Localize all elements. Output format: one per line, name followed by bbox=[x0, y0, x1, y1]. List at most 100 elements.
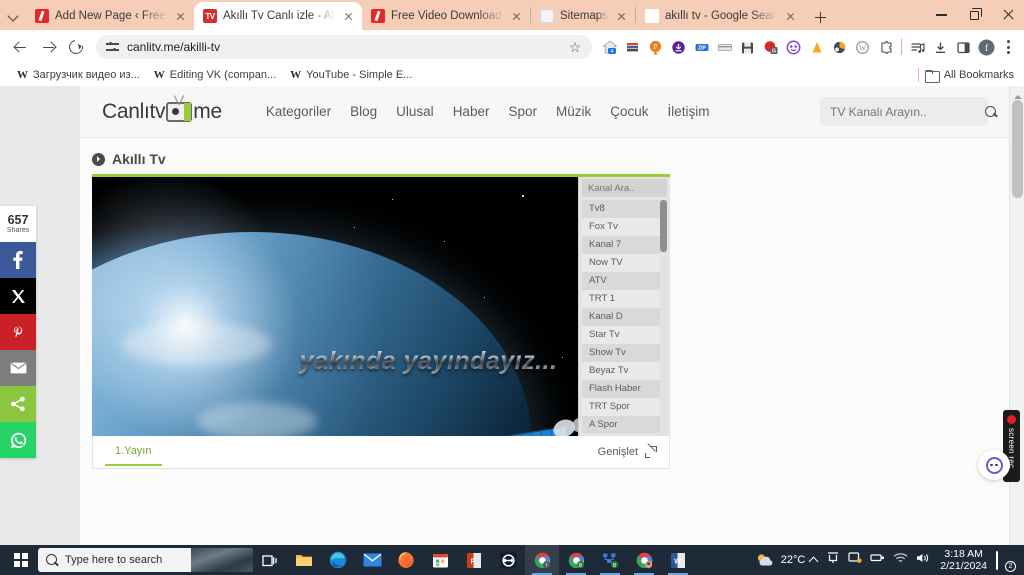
card-icon[interactable] bbox=[713, 33, 736, 61]
browser-tab[interactable]: Add New Page ‹ Free Video bbox=[26, 2, 194, 30]
whatsapp-share-button[interactable] bbox=[0, 422, 36, 458]
all-bookmarks-button[interactable]: All Bookmarks bbox=[917, 68, 1014, 83]
nav-item-blog[interactable]: Blog bbox=[350, 104, 377, 119]
flow-chart-icon[interactable]: B bbox=[593, 545, 627, 575]
chrome-profile-avatar-icon[interactable] bbox=[627, 545, 661, 575]
firefox-icon[interactable] bbox=[389, 545, 423, 575]
nav-item-haber[interactable]: Haber bbox=[453, 104, 490, 119]
nav-item-spor[interactable]: Spor bbox=[508, 104, 537, 119]
browser-tab[interactable]: ⛭ Sitemaps bbox=[531, 2, 635, 30]
layers-icon[interactable] bbox=[621, 33, 644, 61]
scroll-up-arrow-icon[interactable] bbox=[1014, 91, 1022, 99]
channel-item[interactable]: Show Tv bbox=[582, 344, 667, 362]
smiley-purple-icon[interactable] bbox=[782, 33, 805, 61]
notification-center-button[interactable]: 2 bbox=[996, 551, 1016, 572]
clock-widget[interactable]: 3:18 AM 2/21/2024 bbox=[936, 548, 991, 572]
twitter-x-share-button[interactable] bbox=[0, 278, 36, 314]
reading-list-icon[interactable] bbox=[906, 33, 929, 61]
chrome-profile-f-icon[interactable]: f bbox=[525, 545, 559, 575]
bookmark-item[interactable]: W Editing VK (compan... bbox=[147, 67, 283, 83]
minimize-button[interactable] bbox=[925, 0, 958, 30]
tab-search-button[interactable] bbox=[0, 0, 26, 30]
close-window-button[interactable] bbox=[991, 0, 1024, 30]
close-icon[interactable] bbox=[509, 9, 524, 24]
onedrive-icon[interactable] bbox=[826, 551, 840, 569]
forward-button[interactable] bbox=[34, 33, 62, 61]
channel-list[interactable]: Tv8 Fox Tv Kanal 7 Now TV ATV TRT 1 Kana… bbox=[582, 200, 667, 433]
start-button[interactable] bbox=[4, 545, 38, 575]
browser-tab[interactable]: G akıllı tv - Google Search bbox=[636, 2, 804, 30]
nav-item-muzik[interactable]: Müzik bbox=[556, 104, 591, 119]
channel-item[interactable]: Kanal 7 bbox=[582, 236, 667, 254]
channel-item[interactable]: A Spor bbox=[582, 416, 667, 433]
pinterest-share-button[interactable] bbox=[0, 314, 36, 350]
microsoft-edge-icon[interactable] bbox=[321, 545, 355, 575]
screenshot-icon[interactable] bbox=[848, 551, 862, 569]
reload-button[interactable] bbox=[62, 33, 90, 61]
chrome-profile-b-icon[interactable]: B bbox=[559, 545, 593, 575]
search-icon[interactable] bbox=[985, 105, 997, 118]
channel-item[interactable]: Beyaz Tv bbox=[582, 362, 667, 380]
channel-item[interactable]: TRT Spor bbox=[582, 398, 667, 416]
nav-item-cocuk[interactable]: Çocuk bbox=[610, 104, 648, 119]
player-stage[interactable]: yakında yayındayız... Tv8 Fox Tv Kanal 7… bbox=[92, 177, 670, 436]
back-button[interactable] bbox=[6, 33, 34, 61]
channel-item[interactable]: Fox Tv bbox=[582, 218, 667, 236]
new-tab-button[interactable] bbox=[807, 4, 833, 30]
gif-grabber-icon[interactable]: G bbox=[759, 33, 782, 61]
channel-item[interactable]: TRT 1 bbox=[582, 290, 667, 308]
wordpress-icon[interactable]: W bbox=[851, 33, 874, 61]
expand-button[interactable]: Genişlet bbox=[598, 446, 657, 458]
nav-item-ulusal[interactable]: Ulusal bbox=[396, 104, 434, 119]
share-button[interactable] bbox=[0, 386, 36, 422]
word-icon[interactable]: W bbox=[661, 545, 695, 575]
search-input[interactable] bbox=[830, 104, 985, 119]
stream-tab-1[interactable]: 1.Yayın bbox=[105, 439, 162, 466]
teamviewer-icon[interactable] bbox=[491, 545, 525, 575]
site-search[interactable] bbox=[820, 97, 996, 126]
facebook-share-button[interactable] bbox=[0, 242, 36, 278]
file-explorer-icon[interactable] bbox=[287, 545, 321, 575]
page-scrollbar-thumb[interactable] bbox=[1012, 100, 1023, 198]
channel-item[interactable]: Star Tv bbox=[582, 326, 667, 344]
email-share-button[interactable] bbox=[0, 350, 36, 386]
bookmark-item[interactable]: W Загрузчик видео из... bbox=[10, 67, 147, 83]
kebab-menu-icon[interactable] bbox=[998, 33, 1018, 61]
taskbar-search[interactable]: Type here to search bbox=[38, 548, 253, 572]
close-icon[interactable] bbox=[173, 9, 188, 24]
site-settings-icon[interactable] bbox=[106, 41, 119, 54]
assistant-bubble-icon[interactable] bbox=[978, 450, 1010, 480]
close-icon[interactable] bbox=[341, 9, 356, 24]
weather-widget[interactable]: 22°C bbox=[755, 552, 805, 568]
pie-icon[interactable] bbox=[828, 33, 851, 61]
channel-scrollbar-thumb[interactable] bbox=[660, 200, 667, 252]
nav-item-kategoriler[interactable]: Kategoriler bbox=[266, 104, 331, 119]
download-circle-icon[interactable] bbox=[667, 33, 690, 61]
nav-item-iletisim[interactable]: İletişim bbox=[668, 104, 710, 119]
record-dot-icon[interactable] bbox=[1007, 415, 1016, 424]
bookmark-item[interactable]: W YouTube - Simple E... bbox=[283, 67, 419, 83]
microsoft-store-icon[interactable] bbox=[423, 545, 457, 575]
save-disk-icon[interactable] bbox=[736, 33, 759, 61]
volume-icon[interactable] bbox=[916, 551, 931, 569]
site-logo[interactable]: Canlıtv me bbox=[102, 100, 222, 124]
channel-scrollbar[interactable] bbox=[660, 200, 667, 436]
chevron-up-icon[interactable] bbox=[810, 556, 818, 564]
usb-icon[interactable] bbox=[870, 551, 885, 569]
channel-search[interactable] bbox=[582, 179, 667, 197]
close-icon[interactable] bbox=[783, 9, 798, 24]
cone-orange-icon[interactable] bbox=[805, 33, 828, 61]
task-view-icon[interactable] bbox=[253, 545, 287, 575]
browser-tab-active[interactable]: TV Akıllı Tv Canlı izle - Akıllı TV bbox=[194, 2, 362, 30]
channel-search-input[interactable] bbox=[588, 182, 661, 194]
browser-tab[interactable]: Free Video Downloader - bbox=[362, 2, 530, 30]
side-panel-icon[interactable] bbox=[952, 33, 975, 61]
powerpoint-icon[interactable]: P bbox=[457, 545, 491, 575]
address-bar[interactable]: canlitv.me/akilli-tv ☆ bbox=[96, 35, 592, 59]
close-icon[interactable] bbox=[614, 9, 629, 24]
channel-item[interactable]: Flash Haber bbox=[582, 380, 667, 398]
maximize-button[interactable] bbox=[958, 0, 991, 30]
wifi-icon[interactable] bbox=[893, 551, 908, 569]
channel-item[interactable]: Tv8 bbox=[582, 200, 667, 218]
channel-item[interactable]: Now TV bbox=[582, 254, 667, 272]
